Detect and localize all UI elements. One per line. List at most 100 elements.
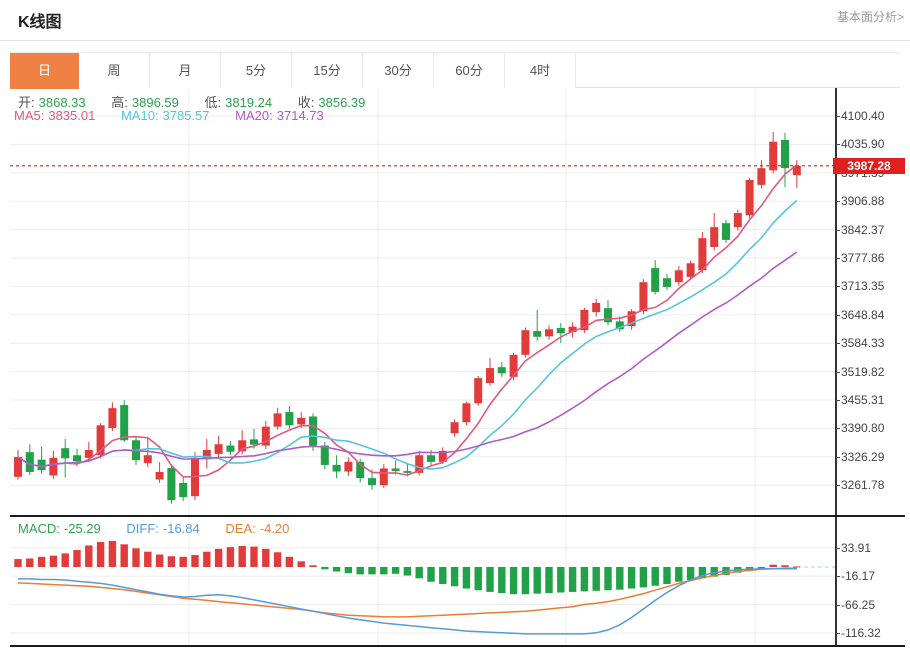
candle-body [533,331,542,337]
axis-tick-label: 4100.40 [841,109,885,123]
macd-bar [226,547,235,567]
macd-bar [627,567,636,589]
tab-周[interactable]: 周 [79,53,150,88]
axis-tick-mark [835,428,840,430]
axis-tick-mark [835,400,840,402]
tab-日[interactable]: 日 [10,53,79,89]
candle-body [61,448,70,459]
macd-bar [509,567,518,595]
tab-月[interactable]: 月 [150,53,221,88]
candle-body [639,282,648,312]
macd-bar [580,567,589,592]
macd-bar [73,549,81,567]
macd-bar [474,567,482,591]
candle-body [710,227,719,247]
candle-body [108,408,117,428]
page-title: K线图 [18,14,62,31]
macd-bar [120,544,128,567]
macd-sub-chart[interactable] [10,517,835,645]
candle-body [674,270,683,283]
macd-bar [49,555,58,567]
axis-tick-label: 4035.90 [841,137,885,152]
axis-tick-mark [835,604,840,606]
axis-tick-label: -116.32 [841,625,881,640]
kline-page: K线图 基本面分析> 日周月 5分 15分 30分 60分 4时 开: 3868.33 高:… [0,0,910,652]
axis-tick-mark [835,258,840,260]
macd-bar [332,567,341,572]
tab-4时[interactable]: 4时 [505,53,576,88]
macd-bar [61,553,69,567]
candle-body [167,468,176,501]
macd-bar [639,567,648,588]
macd-bar [663,567,671,585]
candle-body [592,302,601,313]
candle-body [486,368,494,384]
macd-bar [144,551,152,567]
candle-body [604,308,612,323]
candle-body [733,213,742,228]
macd-bar [85,545,93,567]
axis-tick-mark [835,547,840,549]
candle-body [155,471,164,480]
axis-tick-label: 3390.80 [841,421,885,436]
candle-body [309,416,317,446]
macd-bar [498,567,506,594]
macd-bar [273,552,282,567]
candle-body [73,455,81,462]
axis-tick-label: 3648.84 [841,307,885,322]
tab-60分[interactable]: 60分 [434,53,505,88]
macd-bar [533,567,541,594]
macd-value: -25.29 [63,521,101,536]
tab-5分[interactable]: 5分 [221,53,292,88]
axis-tick-label: 33.91 [841,540,872,555]
ma5-label: MA5: [14,108,45,123]
candle-body [403,471,412,473]
macd-bar [297,561,305,567]
macd-bar [675,567,683,582]
candle-body [214,444,223,454]
candle-body [14,457,22,477]
macd-bar [368,567,376,575]
candle-body [285,412,294,426]
tab-30分[interactable]: 30分 [363,53,434,88]
macd-bar [391,567,400,574]
candle-body [379,468,388,486]
macd-bar [486,567,494,592]
candle-body [686,263,695,277]
ma20-label: MA20: [235,108,273,123]
macd-bar [356,567,364,575]
macd-bar [462,567,471,589]
candle-body [250,439,258,445]
axis-tick-label: 3777.86 [841,251,885,266]
last-price-badge: 3987.28 [833,157,905,174]
ma10-value: 3785.57 [162,108,210,123]
candle-body [556,327,565,334]
candle-body [344,461,353,472]
macd-bar [781,565,789,567]
macd-bar [793,566,801,568]
candle-body [698,238,707,271]
macd-bar [179,556,187,567]
tab-15分[interactable]: 15分 [292,53,363,88]
fundamental-analysis-link[interactable]: 基本面分析> [837,8,904,25]
dea-label: DEA: [225,521,256,536]
macd-bar [415,567,423,579]
macd-bar [403,567,412,576]
candle-body [781,139,789,169]
macd-bar [203,551,211,567]
axis-tick-mark [835,456,840,458]
main-candlestick-chart[interactable] [10,88,835,517]
dea-value: -4.20 [259,521,290,536]
candle-body [332,464,341,472]
chart-bottom-border [10,645,905,647]
candle-body [521,330,530,355]
macd-bar [250,546,258,567]
macd-bar [321,567,329,570]
macd-bar [604,567,612,591]
candle-body [722,223,730,240]
macd-bar [592,567,600,591]
ma20-value: 3714.73 [276,108,324,123]
axis-tick-label: 3261.78 [841,478,885,493]
ma5-line [17,164,798,478]
axis-tick-mark [835,632,840,634]
